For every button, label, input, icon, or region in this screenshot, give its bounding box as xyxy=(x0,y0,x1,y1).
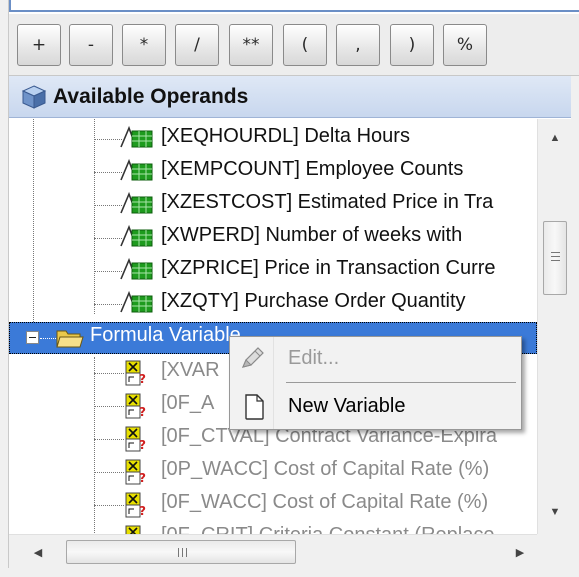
tree-item-key-figure[interactable]: [XWPERD] Number of weeks with xyxy=(9,222,537,254)
menu-item-label: Edit... xyxy=(288,347,340,369)
formula-variable-icon: ? xyxy=(125,360,146,386)
tree-connector xyxy=(94,439,124,440)
tree-item-label: [0F_CRIT] Criteria Constant (Replace xyxy=(161,524,494,534)
menu-separator xyxy=(286,382,516,383)
formula-editor-area[interactable] xyxy=(9,0,579,12)
tree-connector xyxy=(94,505,124,506)
vertical-scrollbar[interactable]: ▲ ▼ xyxy=(537,119,571,534)
menu-item-label: New Variable xyxy=(288,395,406,417)
svg-text:?: ? xyxy=(139,405,146,419)
grip-line xyxy=(551,252,560,253)
tree-connector xyxy=(94,304,122,305)
tree-item-key-figure[interactable]: [XEQHOURDL] Delta Hours xyxy=(9,123,537,155)
tree-item-key-figure[interactable]: [XZPRICE] Price in Transaction Curre xyxy=(9,255,537,287)
key-figure-icon xyxy=(120,290,153,313)
scroll-right-arrow-icon[interactable]: ▶ xyxy=(505,535,535,569)
minus-operator-button[interactable]: - xyxy=(69,24,113,66)
cube-icon xyxy=(21,84,47,109)
formula-variable-icon: ? xyxy=(125,426,146,452)
formula-variable-icon: ? xyxy=(125,525,141,534)
power-operator-button[interactable]: ** xyxy=(229,24,273,66)
tree-connector xyxy=(94,172,122,173)
tree-item-key-figure[interactable]: [XZQTY] Purchase Order Quantity xyxy=(9,288,537,320)
operator-toolbar: + - * / ** ( , ) % xyxy=(9,14,579,76)
menu-item-edit[interactable]: Edit... xyxy=(231,339,520,379)
window-bottom-edge xyxy=(0,568,579,577)
tree-item-variable[interactable]: ? [0F_CRIT] Criteria Constant (Replace xyxy=(9,522,537,534)
multiply-operator-button[interactable]: * xyxy=(122,24,166,66)
horizontal-scroll-thumb[interactable] xyxy=(66,540,296,564)
tree-connector xyxy=(94,205,122,206)
key-figure-icon xyxy=(120,191,153,214)
menu-item-new-variable[interactable]: New Variable xyxy=(231,387,520,427)
tree-item-variable[interactable]: ? [0F_WACC] Cost of Capital Rate (%) xyxy=(9,489,537,521)
svg-text:?: ? xyxy=(139,372,146,386)
divide-operator-button[interactable]: / xyxy=(175,24,219,66)
key-figure-icon xyxy=(120,158,153,181)
window-right-edge xyxy=(571,76,579,568)
key-figure-icon xyxy=(120,257,153,280)
scroll-down-arrow-icon[interactable]: ▼ xyxy=(538,497,572,527)
tree-item-label: [XWPERD] Number of weeks with xyxy=(161,224,463,246)
tree-item-label: [XZESTCOST] Estimated Price in Tra xyxy=(161,191,494,213)
grip-line xyxy=(182,548,183,557)
tree-item-variable[interactable]: ? [0P_WACC] Cost of Capital Rate (%) xyxy=(9,456,537,488)
window-left-edge xyxy=(0,0,9,577)
new-document-icon xyxy=(245,394,264,420)
tree-connector xyxy=(94,271,122,272)
svg-text:?: ? xyxy=(139,471,146,485)
tree-connector xyxy=(94,139,122,140)
edit-pencil-icon xyxy=(241,347,264,368)
tree-item-label: [XEQHOURDL] Delta Hours xyxy=(161,125,410,147)
panel-title: Available Operands xyxy=(53,84,249,108)
tree-connector xyxy=(94,406,124,407)
context-menu: Edit... New Variable xyxy=(229,336,522,430)
tree-item-label: [XZPRICE] Price in Transaction Curre xyxy=(161,257,496,279)
open-paren-button[interactable]: ( xyxy=(283,24,327,66)
comma-button[interactable]: , xyxy=(336,24,380,66)
tree-connector xyxy=(94,373,124,374)
grip-line xyxy=(186,548,187,557)
tree-item-key-figure[interactable]: [XEMPCOUNT] Employee Counts xyxy=(9,156,537,188)
tree-connector xyxy=(94,238,122,239)
close-paren-button[interactable]: ) xyxy=(390,24,434,66)
svg-text:?: ? xyxy=(139,504,146,518)
tree-item-label: [0F_WACC] Cost of Capital Rate (%) xyxy=(161,491,489,513)
scroll-left-arrow-icon[interactable]: ◀ xyxy=(23,535,53,569)
scroll-up-arrow-icon[interactable]: ▲ xyxy=(538,123,572,153)
tree-item-key-figure[interactable]: [XZESTCOST] Estimated Price in Tra xyxy=(9,189,537,221)
tree-item-label: [0P_WACC] Cost of Capital Rate (%) xyxy=(161,458,490,480)
vertical-scroll-thumb[interactable] xyxy=(543,221,567,295)
formula-variable-icon: ? xyxy=(125,459,146,485)
available-operands-header: Available Operands xyxy=(9,76,579,118)
formula-variable-icon: ? xyxy=(125,393,146,419)
formula-variable-icon: ? xyxy=(125,492,146,518)
operand-window: + - * / ** ( , ) % Available Operands [X… xyxy=(0,0,579,577)
percent-operator-button[interactable]: % xyxy=(443,24,487,66)
key-figure-icon xyxy=(120,224,153,247)
tree-connector xyxy=(94,472,124,473)
key-figure-icon xyxy=(120,125,153,148)
tree-item-label: [0F_A xyxy=(161,392,215,414)
horizontal-scrollbar[interactable]: ◀ ▶ xyxy=(9,534,537,568)
tree-item-label: [XEMPCOUNT] Employee Counts xyxy=(161,158,464,180)
grip-line xyxy=(178,548,179,557)
svg-text:?: ? xyxy=(139,438,146,452)
tree-item-label: [XVAR xyxy=(161,359,220,381)
tree-item-label: [XZQTY] Purchase Order Quantity xyxy=(161,290,466,312)
plus-operator-button[interactable]: + xyxy=(17,24,61,66)
grip-line xyxy=(551,256,560,257)
operand-tree[interactable]: [XEQHOURDL] Delta Hours [XEMPCOUNT] Empl… xyxy=(9,119,537,534)
grip-line xyxy=(551,260,560,261)
